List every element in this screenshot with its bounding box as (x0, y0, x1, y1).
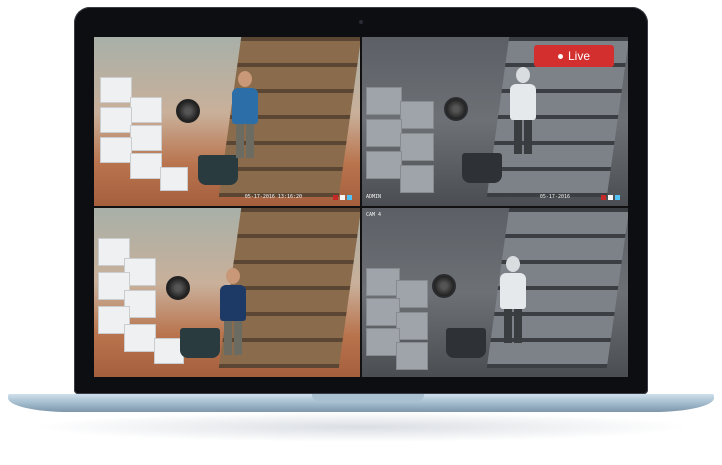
fan-icon (176, 99, 200, 123)
person-figure (510, 67, 536, 154)
trash-bin (462, 153, 502, 183)
person-figure (232, 71, 258, 158)
webcam-icon (359, 20, 363, 24)
fan-icon (444, 97, 468, 121)
laptop-base (8, 394, 714, 412)
trash-bin (198, 155, 238, 185)
laptop-shadow (30, 412, 692, 442)
record-dot-icon (557, 53, 563, 59)
timestamp-overlay: 05-17-2016 13:16:20 (244, 194, 302, 200)
fan-icon (432, 274, 456, 298)
person-figure (500, 256, 526, 343)
trash-bin (446, 328, 486, 358)
live-label: Live (567, 49, 590, 63)
laptop-notch (312, 394, 424, 401)
live-badge[interactable]: Live (534, 45, 614, 67)
box-stack (94, 57, 189, 197)
fan-icon (166, 276, 190, 300)
box-stack (362, 228, 457, 370)
trash-bin (180, 328, 220, 358)
box-stack (362, 57, 457, 197)
camera-grid: 05-17-2016 13:16:20 Live ADMIN 05-17-201… (94, 37, 628, 377)
camera-feed-4[interactable]: CAM 4 (362, 208, 628, 377)
camera-feed-2[interactable]: Live ADMIN 05-17-2016 (362, 37, 628, 206)
status-icons (601, 195, 620, 200)
timestamp-overlay: 05-17-2016 (539, 194, 570, 200)
laptop-lid: 05-17-2016 13:16:20 Live ADMIN 05-17-201… (74, 7, 648, 394)
person-figure (220, 268, 246, 355)
status-icons (333, 195, 352, 200)
camera-feed-3[interactable] (94, 208, 360, 377)
camera-feed-1[interactable]: 05-17-2016 13:16:20 (94, 37, 360, 206)
channel-label: CAM 4 (366, 212, 382, 218)
channel-label: ADMIN (366, 194, 382, 200)
